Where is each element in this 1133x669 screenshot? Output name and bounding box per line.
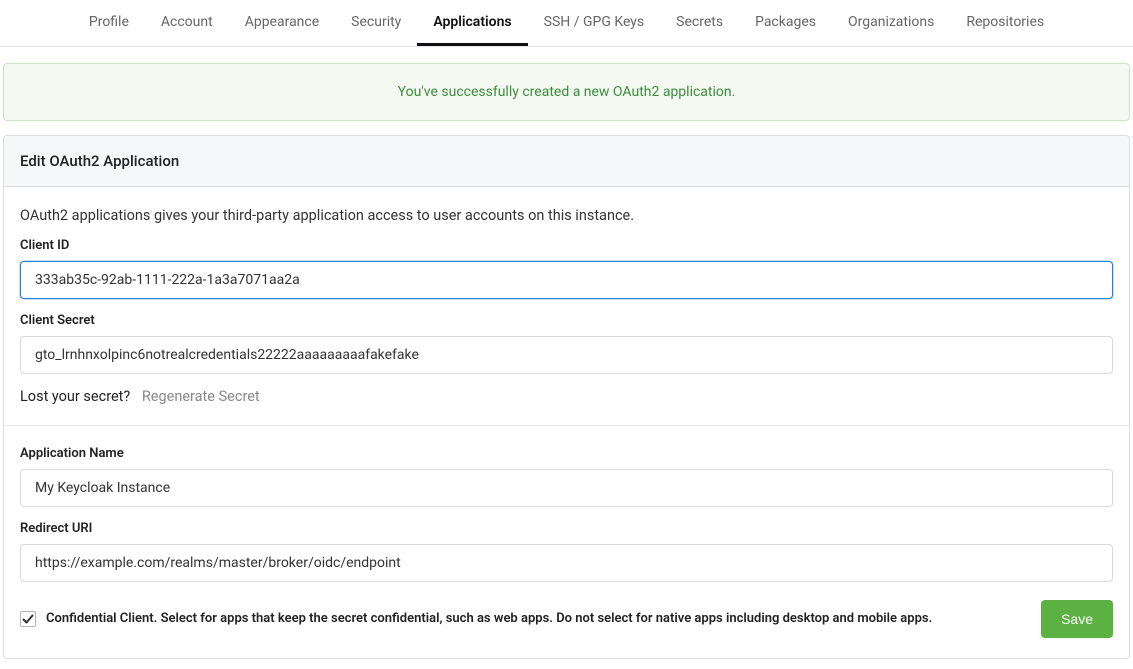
redirect-uri-label: Redirect URI [20, 521, 1113, 536]
tab-organizations[interactable]: Organizations [832, 0, 950, 46]
redirect-uri-input[interactable] [20, 544, 1113, 582]
confidential-client-label: Confidential Client. Select for apps tha… [46, 610, 1031, 628]
tab-profile[interactable]: Profile [73, 0, 145, 46]
tab-repositories[interactable]: Repositories [950, 0, 1060, 46]
regenerate-secret-link[interactable]: Regenerate Secret [142, 388, 260, 405]
application-name-label: Application Name [20, 446, 1113, 461]
client-id-input[interactable] [20, 261, 1113, 299]
tab-applications[interactable]: Applications [417, 0, 527, 46]
save-button[interactable]: Save [1041, 600, 1113, 638]
tab-ssh-gpg-keys[interactable]: SSH / GPG Keys [528, 0, 661, 46]
client-secret-label: Client Secret [20, 313, 1113, 328]
settings-tabs: Profile Account Appearance Security Appl… [0, 0, 1133, 47]
success-alert: You've successfully created a new OAuth2… [3, 63, 1130, 121]
panel-description: OAuth2 applications gives your third-par… [20, 207, 1113, 224]
panel-title: Edit OAuth2 Application [4, 136, 1129, 187]
regen-prompt: Lost your secret? [20, 388, 130, 405]
client-id-label: Client ID [20, 238, 1113, 253]
tab-account[interactable]: Account [145, 0, 229, 46]
confidential-client-checkbox[interactable] [20, 611, 36, 627]
tab-packages[interactable]: Packages [739, 0, 832, 46]
tab-security[interactable]: Security [335, 0, 417, 46]
alert-message: You've successfully created a new OAuth2… [398, 84, 736, 100]
tab-appearance[interactable]: Appearance [229, 0, 335, 46]
check-icon [22, 613, 34, 625]
tab-secrets[interactable]: Secrets [660, 0, 739, 46]
edit-oauth2-panel: Edit OAuth2 Application OAuth2 applicati… [3, 135, 1130, 659]
application-name-input[interactable] [20, 469, 1113, 507]
client-secret-input[interactable] [20, 336, 1113, 374]
